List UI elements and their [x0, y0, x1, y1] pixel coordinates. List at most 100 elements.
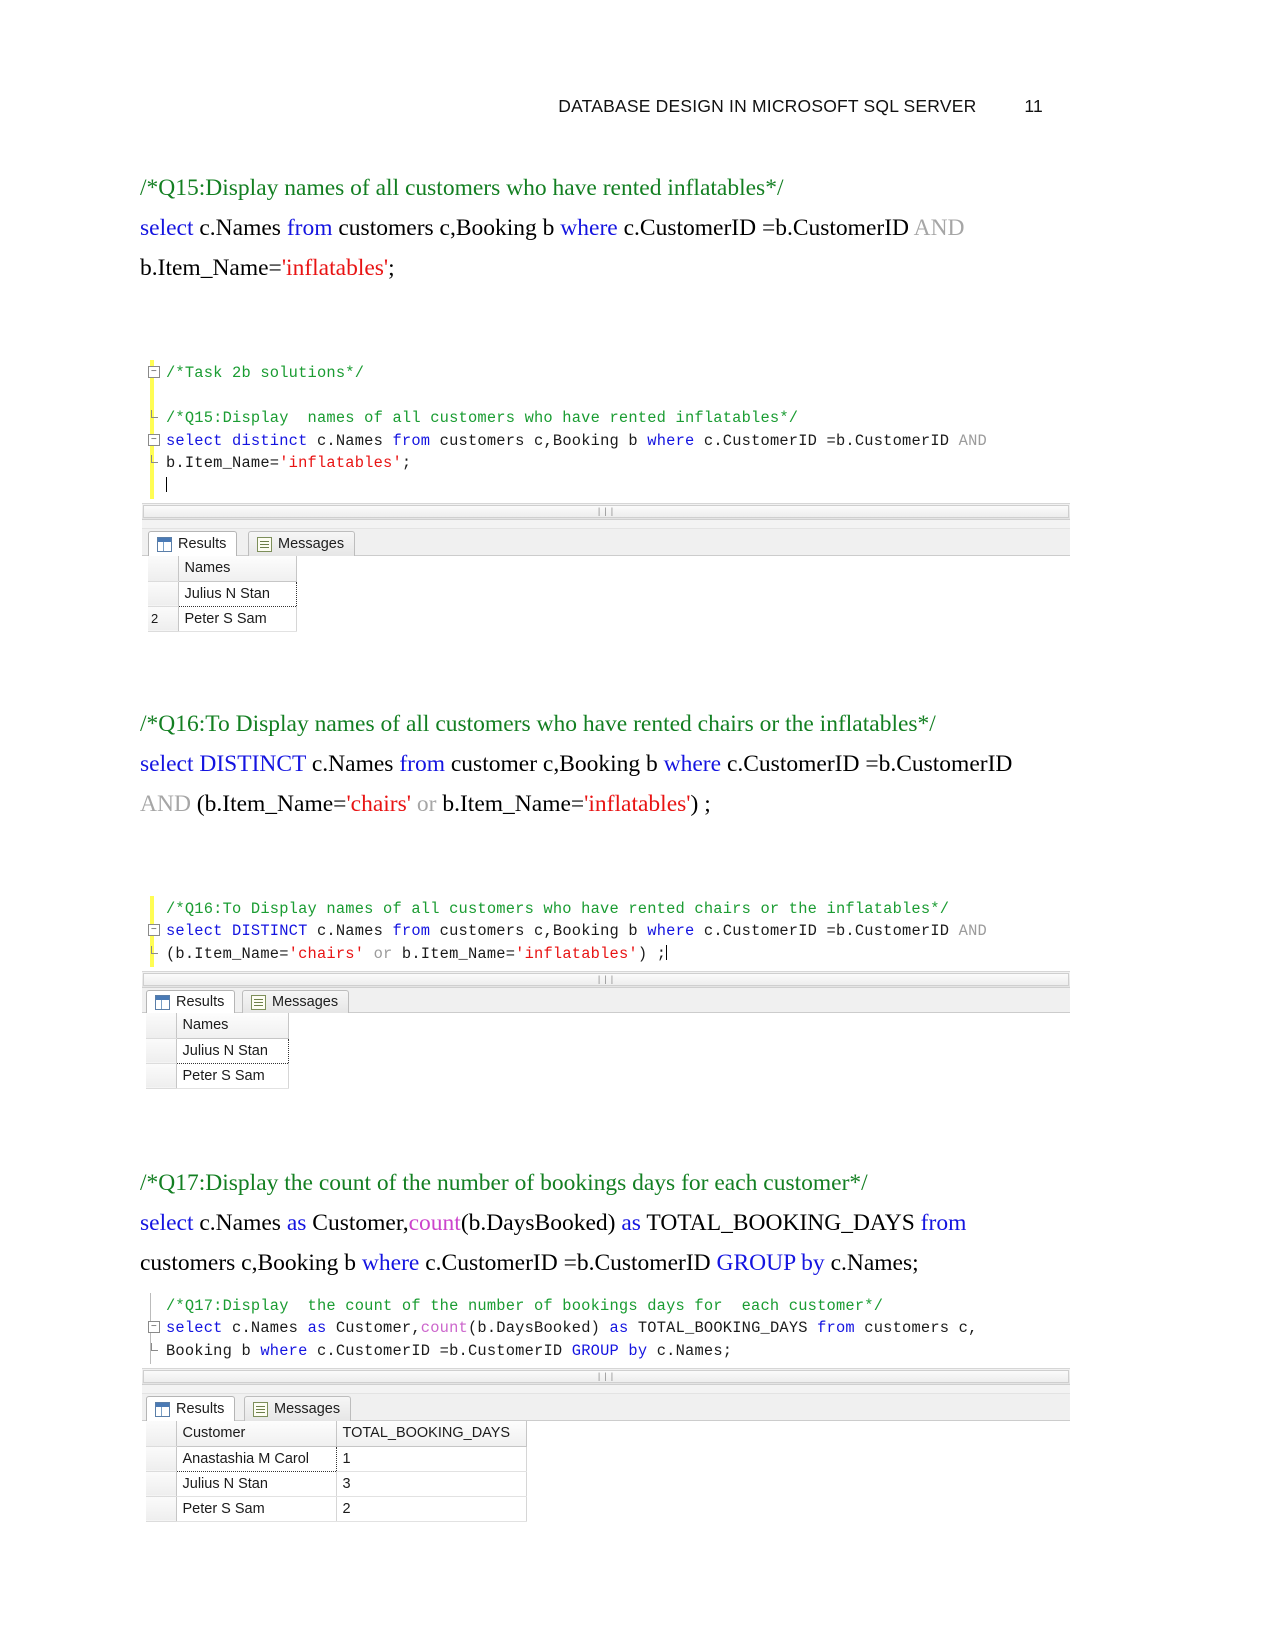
q15-code-line-3: /*Q15:Display names of all customers who…	[142, 407, 1070, 430]
messages-icon	[251, 994, 266, 1010]
table-row[interactable]: Peter S Sam 2	[146, 1496, 527, 1522]
q17-keyword-as-1: as	[286, 1209, 307, 1236]
q15-code-comment-task: /*Task 2b solutions*/	[166, 364, 365, 382]
q17-l2-p3: c.Names;	[824, 1249, 919, 1276]
q17-cell-customer[interactable]: Julius N Stan	[176, 1471, 337, 1497]
q16-code-or: or	[364, 944, 402, 963]
q17-p1: c.Names	[193, 1209, 287, 1236]
q16-open-paren: (b.Item_Name=	[190, 790, 347, 817]
scrollbar-grip-icon: |||	[596, 507, 616, 517]
q17-code-line-3: Booking b where c.CustomerID =b.Customer…	[142, 1340, 1070, 1363]
q17-cell-customer[interactable]: Anastashia M Carol	[175, 1445, 337, 1472]
q16-horizontal-scrollbar[interactable]: |||	[142, 971, 1070, 988]
q16-tab-results[interactable]: Results	[146, 990, 236, 1013]
q17-cell-days[interactable]: 3	[336, 1471, 527, 1497]
q17-grid-header-row: Customer TOTAL_BOOKING_DAYS	[146, 1421, 527, 1447]
table-row[interactable]: Peter S Sam	[146, 1063, 289, 1089]
q17-tab-messages[interactable]: Messages	[244, 1396, 352, 1421]
q17-code-editor[interactable]: /*Q17:Display the count of the number of…	[142, 1288, 1070, 1368]
q17-code-kw-from: from	[817, 1319, 855, 1337]
q17-row-marker[interactable]	[146, 1446, 177, 1472]
q16-code-tables: customers c,Booking b	[430, 922, 648, 940]
q16-code-cond: c.CustomerID =b.CustomerID	[694, 922, 959, 940]
q17-horizontal-scrollbar[interactable]: |||	[142, 1368, 1070, 1385]
q17-cell-days[interactable]: 1	[336, 1446, 527, 1472]
q16-ssms-screenshot: /*Q16:To Display names of all customers …	[142, 891, 1070, 1089]
text-caret	[666, 944, 668, 960]
q16-code-line-1: /*Q16:To Display names of all customers …	[142, 898, 1070, 921]
q16-row-marker[interactable]	[146, 1063, 177, 1089]
q15-row-marker[interactable]	[148, 581, 179, 607]
q16-grid-header-row: Names	[146, 1013, 289, 1039]
results-grid-icon	[155, 994, 170, 1010]
q15-code-editor[interactable]: −/*Task 2b solutions*/ /*Q15:Display nam…	[142, 356, 1070, 503]
q17-pane-splitter[interactable]	[142, 1385, 1070, 1394]
q17-p3: (b.DaysBooked)	[460, 1209, 622, 1236]
q15-col-names[interactable]: Names	[178, 556, 297, 582]
q15-condition: c.CustomerID =b.CustomerID	[617, 215, 914, 241]
q16-code-chairs: 'chairs'	[288, 944, 365, 963]
table-row[interactable]: 2 Peter S Sam	[148, 606, 297, 632]
spacer-after-q16-shot	[140, 1089, 1070, 1163]
results-grid-icon	[155, 1401, 170, 1417]
q17-cell-customer[interactable]: Peter S Sam	[176, 1496, 337, 1522]
q16-keyword-and: AND	[140, 790, 191, 817]
q15-cell-name[interactable]: Julius N Stan	[177, 580, 297, 607]
q15-keyword-from: from	[286, 215, 333, 241]
q16-code-kw-select-distinct: select DISTINCT	[166, 922, 308, 940]
table-row[interactable]: Julius N Stan	[146, 1037, 289, 1064]
q15-code-item-lhs: b.Item_Name=	[166, 454, 280, 472]
q17-col-customer[interactable]: Customer	[176, 1421, 337, 1447]
collapse-box-icon[interactable]: −	[148, 366, 160, 378]
q15-results-grid[interactable]: Names Julius N Stan 2 Peter S Sam	[148, 556, 297, 632]
q17-code-kw-as2: as	[609, 1319, 629, 1337]
q15-tab-messages[interactable]: Messages	[248, 531, 356, 556]
q16-code-cols: c.Names	[307, 922, 393, 940]
collapse-box-icon[interactable]: −	[148, 924, 160, 936]
q16-value-inflatables: 'inflatables'	[584, 790, 691, 817]
q16-comment-line: /*Q16:To Display names of all customers …	[140, 710, 936, 737]
q17-col-total-booking-days[interactable]: TOTAL_BOOKING_DAYS	[336, 1421, 527, 1447]
q16-tab-messages[interactable]: Messages	[242, 990, 350, 1013]
table-row[interactable]: Anastashia M Carol 1	[146, 1445, 527, 1472]
q16-code-line-3: (b.Item_Name='chairs' or b.Item_Name='in…	[142, 943, 1070, 966]
q17-results-grid[interactable]: Customer TOTAL_BOOKING_DAYS Anastashia M…	[146, 1421, 527, 1522]
q17-grid-corner	[146, 1421, 177, 1447]
table-row[interactable]: Julius N Stan 3	[146, 1471, 527, 1497]
q16-code-editor[interactable]: /*Q16:To Display names of all customers …	[142, 891, 1070, 971]
q17-code-p5: customers c,	[854, 1319, 978, 1337]
q15-pane-splitter[interactable]	[142, 520, 1070, 529]
q15-tab-results[interactable]: Results	[148, 531, 238, 556]
scrollbar-grip-icon: |||	[596, 1372, 616, 1382]
q16-cell-name[interactable]: Peter S Sam	[176, 1063, 289, 1089]
q17-keyword-where: where	[361, 1249, 420, 1276]
q17-cell-days[interactable]: 2	[336, 1496, 527, 1522]
q15-code-comment-q15: /*Q15:Display names of all customers who…	[166, 409, 799, 427]
q16-code-kw-where: where	[647, 922, 695, 940]
q15-tables: customers c,Booking b	[332, 215, 561, 241]
spacer-after-q15-text	[140, 288, 1070, 346]
q17-sql-line-2: customers c,Booking b where c.CustomerID…	[140, 1243, 1070, 1283]
q15-keyword-select: select	[140, 215, 194, 241]
q17-tab-results[interactable]: Results	[146, 1396, 236, 1421]
q16-results-grid[interactable]: Names Julius N Stan Peter S Sam	[146, 1013, 289, 1089]
q16-cell-name[interactable]: Julius N Stan	[175, 1037, 289, 1064]
q17-p4: TOTAL_BOOKING_DAYS	[640, 1209, 921, 1236]
collapse-box-icon[interactable]: −	[148, 433, 160, 446]
q15-tab-messages-label: Messages	[278, 536, 345, 552]
q16-row-marker[interactable]	[146, 1038, 177, 1064]
collapse-box-icon[interactable]: −	[148, 1321, 160, 1333]
page-header-title: DATABASE DESIGN IN MICROSOFT SQL SERVER	[558, 96, 977, 116]
table-row[interactable]: Julius N Stan	[148, 580, 297, 607]
q15-row-marker[interactable]: 2	[148, 606, 179, 632]
q16-col-names[interactable]: Names	[176, 1013, 289, 1039]
q17-code-line-1: /*Q17:Display the count of the number of…	[142, 1295, 1070, 1318]
q15-horizontal-scrollbar[interactable]: |||	[142, 503, 1070, 520]
q17-code-kw-select: select	[166, 1319, 223, 1337]
q17-row-marker[interactable]	[146, 1496, 177, 1522]
q17-function-count: count	[408, 1209, 461, 1236]
document-body: /*Q15:Display names of all customers who…	[140, 168, 1070, 1522]
q15-code-kw-where: where	[647, 431, 695, 450]
q17-row-marker[interactable]	[146, 1471, 177, 1497]
q15-cell-name[interactable]: Peter S Sam	[178, 606, 297, 632]
